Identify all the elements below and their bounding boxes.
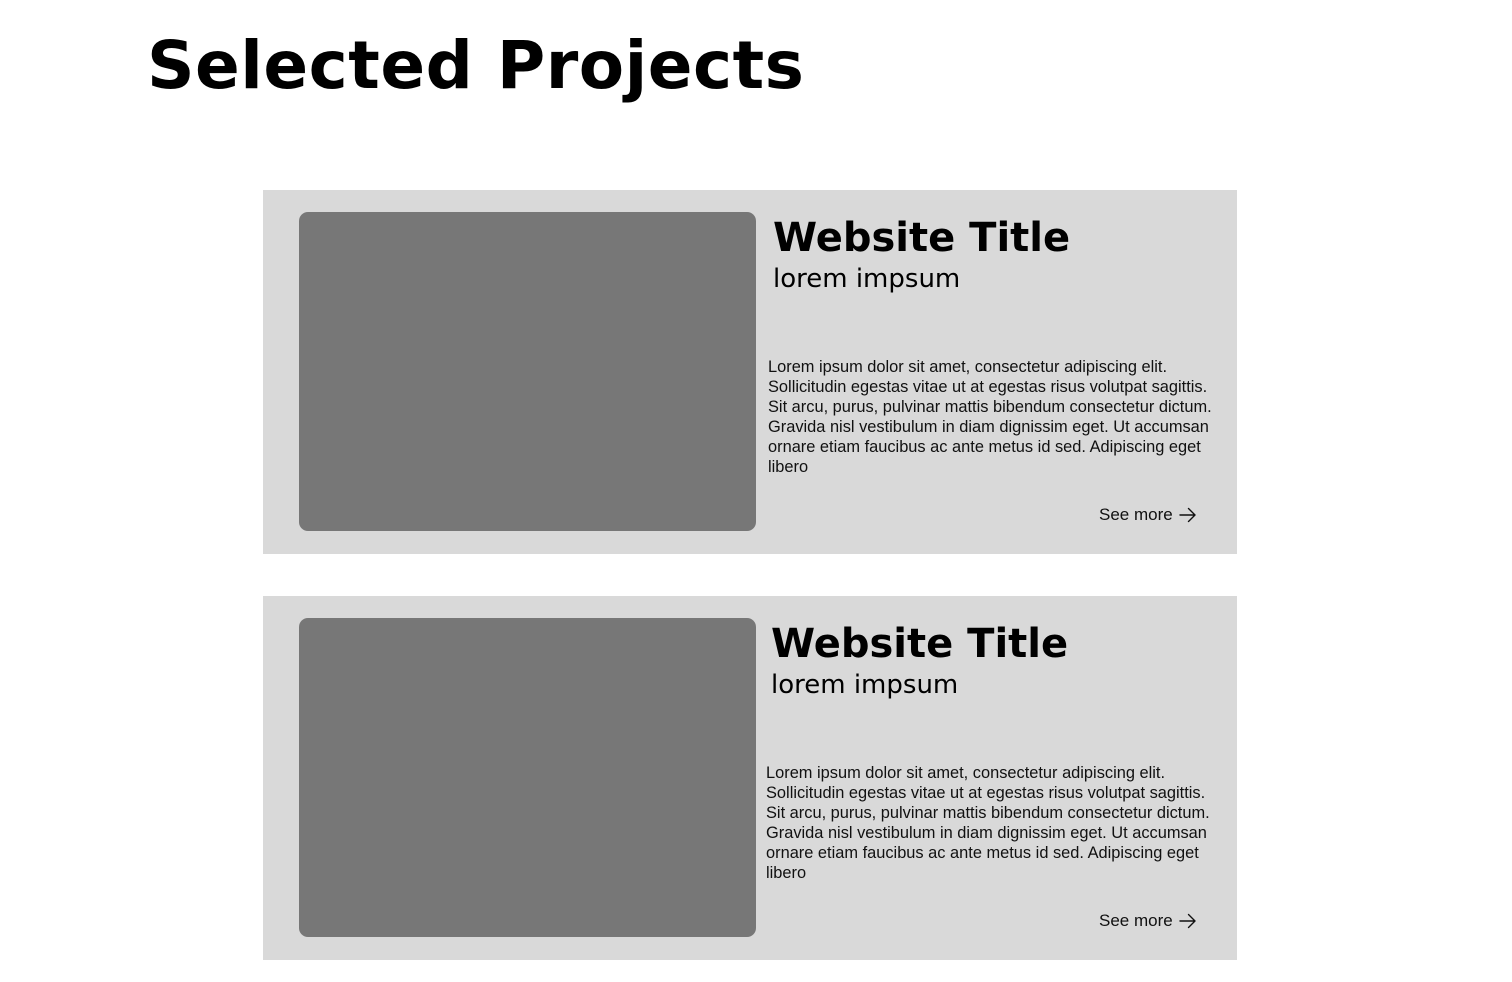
see-more-label: See more [1099,505,1173,524]
project-title: Website Title [771,621,1069,667]
project-subtitle: lorem impsum [771,670,959,700]
project-card: Website Title lorem impsum Lorem ipsum d… [263,596,1237,960]
project-subtitle: lorem impsum [773,264,961,294]
project-image-placeholder[interactable] [299,212,756,531]
arrow-right-icon [1179,913,1196,929]
project-title: Website Title [773,215,1071,261]
project-image-placeholder[interactable] [299,618,756,937]
project-card: Website Title lorem impsum Lorem ipsum d… [263,190,1237,554]
page-title: Selected Projects [147,27,805,104]
see-more-label: See more [1099,911,1173,930]
project-description: Lorem ipsum dolor sit amet, consectetur … [768,358,1212,476]
project-description: Lorem ipsum dolor sit amet, consectetur … [766,764,1210,882]
see-more-link[interactable]: See more [1099,504,1197,526]
arrow-right-icon [1179,507,1196,523]
see-more-link[interactable]: See more [1099,910,1197,932]
